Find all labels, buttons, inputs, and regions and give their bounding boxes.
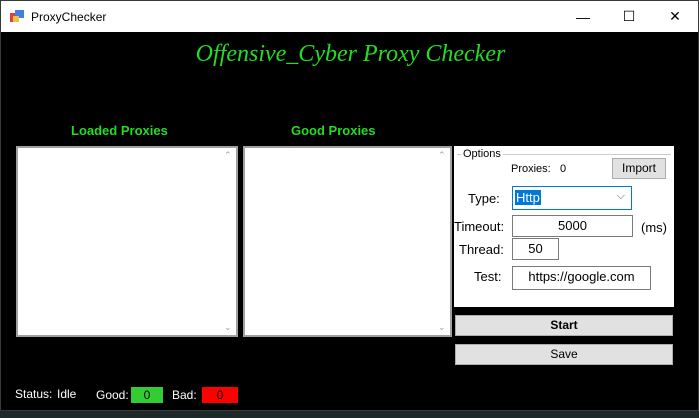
app-heading: Offensive_Cyber Proxy Checker (195, 41, 506, 67)
thread-input[interactable]: 50 (512, 238, 559, 260)
close-button[interactable]: ✕ (652, 1, 698, 32)
title-bar: ProxyChecker — ☐ ✕ (1, 1, 698, 32)
save-button[interactable]: Save (455, 344, 673, 365)
status-value: Idle (57, 387, 77, 401)
scrollbar[interactable]: ⌃ ⌄ (220, 148, 236, 335)
start-button[interactable]: Start (455, 315, 673, 336)
scroll-down-icon[interactable]: ⌄ (224, 322, 232, 333)
chevron-down-icon: ⌵ (616, 190, 625, 202)
proxies-count: 0 (560, 163, 567, 175)
type-value: Http (515, 190, 541, 205)
test-label: Test: (474, 269, 502, 284)
proxies-label: Proxies: (511, 163, 551, 175)
type-label: Type: (468, 191, 500, 206)
good-proxies-list[interactable]: ⌃ ⌄ (243, 146, 452, 337)
import-button[interactable]: Import (612, 158, 666, 179)
timeout-label: Timeout: (454, 219, 505, 234)
bad-count: 0 (202, 387, 238, 403)
scrollbar[interactable]: ⌃ ⌄ (434, 148, 450, 335)
app-icon (10, 10, 24, 22)
status-label: Status: (15, 387, 53, 401)
minimize-button[interactable]: — (560, 1, 606, 32)
main-window: ProxyChecker — ☐ ✕ Offensive_Cyber Proxy… (0, 0, 699, 411)
options-panel: Options Proxies: 0 Import Type: Http ⌵ T… (454, 146, 674, 307)
timeout-input[interactable]: 5000 (512, 215, 633, 237)
good-count-label: Good: (96, 388, 129, 402)
scroll-up-icon[interactable]: ⌃ (224, 150, 232, 161)
thread-label: Thread: (459, 242, 504, 257)
scroll-down-icon[interactable]: ⌄ (438, 322, 446, 333)
good-proxies-label: Good Proxies (291, 123, 376, 138)
scroll-up-icon[interactable]: ⌃ (438, 150, 446, 161)
type-select[interactable]: Http ⌵ (512, 186, 632, 210)
bad-count-label: Bad: (172, 388, 197, 402)
options-legend: Options (461, 148, 503, 160)
test-url-input[interactable]: https://google.com (512, 266, 651, 290)
timeout-unit: (ms) (641, 220, 667, 235)
maximize-button[interactable]: ☐ (606, 1, 652, 32)
loaded-proxies-list[interactable]: ⌃ ⌄ (16, 146, 238, 337)
good-count: 0 (131, 387, 163, 403)
window-title: ProxyChecker (31, 10, 107, 24)
loaded-proxies-label: Loaded Proxies (71, 123, 168, 138)
